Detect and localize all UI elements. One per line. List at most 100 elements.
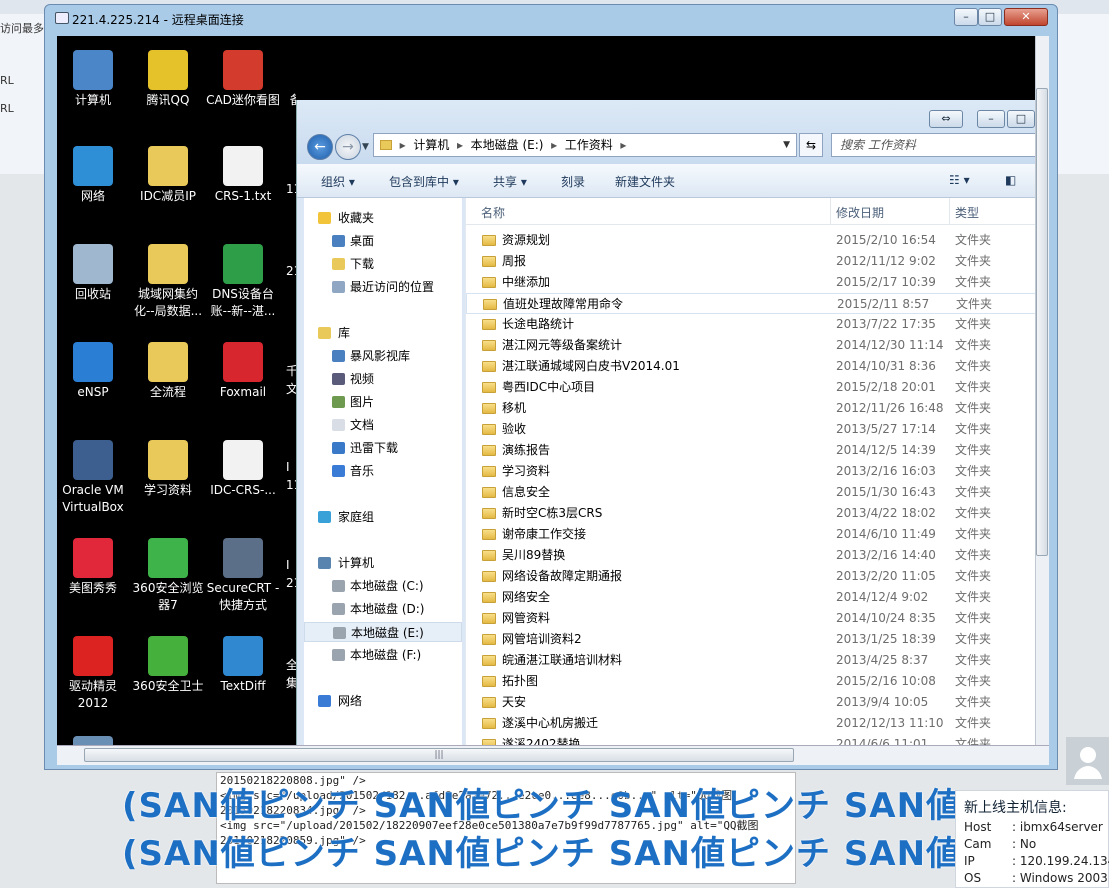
nav-item[interactable]: 库 [304, 323, 462, 343]
restore-button[interactable]: □ [978, 8, 1002, 26]
breadcrumb-work-docs[interactable]: 工作资料 [565, 138, 613, 152]
explorer-maximize-button[interactable]: □ [1007, 110, 1035, 128]
host-sidebar-label[interactable]: 访问最多 [0, 20, 44, 36]
column-date[interactable]: 修改日期 [836, 204, 884, 221]
nav-item[interactable]: 网络 [304, 691, 462, 711]
file-row[interactable]: 网络设备故障定期通报 2013/2/20 11:05 文件夹 [466, 566, 1037, 587]
column-type[interactable]: 类型 [955, 204, 979, 221]
nav-item[interactable]: 文档 [304, 415, 462, 435]
file-row[interactable]: 天安 2013/9/4 10:05 文件夹 [466, 692, 1037, 713]
burn-button[interactable]: 刻录 [561, 173, 585, 190]
file-row[interactable]: 资源规划 2015/2/10 16:54 文件夹 [466, 230, 1037, 251]
resize-button[interactable]: ⇔ [929, 110, 963, 128]
forward-button[interactable]: → [335, 134, 361, 160]
address-bar[interactable]: ▸ 计算机 ▸ 本地磁盘 (E:) ▸ 工作资料 ▸ ▼ [373, 133, 797, 157]
nav-item[interactable]: 最近访问的位置 [304, 277, 462, 297]
desktop-icon-item[interactable]: TextDiff [205, 636, 281, 695]
desktop-icon-item[interactable]: 城域网集约化--局数据... [130, 244, 206, 320]
desktop-icon-item[interactable]: 驱动精灵2012 [55, 636, 131, 712]
desktop-icon-item[interactable]: eNSP [55, 342, 131, 401]
desktop-icon-item[interactable]: 计算机 [55, 50, 131, 109]
new-folder-button[interactable]: 新建文件夹 [615, 173, 675, 190]
desktop-icon-item[interactable]: 学习资料 [130, 440, 206, 499]
file-row[interactable]: 皖通湛江联通培训材料 2013/4/25 8:37 文件夹 [466, 650, 1037, 671]
nav-item[interactable]: 本地磁盘 (D:) [304, 599, 462, 619]
desktop-icon-item[interactable]: CRS-1.txt [205, 146, 281, 205]
breadcrumb-computer[interactable]: 计算机 [413, 138, 449, 152]
desktop-icon-item[interactable]: 美图秀秀 [55, 538, 131, 597]
desktop-icon-item[interactable]: 全流程 [130, 342, 206, 401]
address-dropdown-icon[interactable]: ▼ [783, 134, 790, 156]
refresh-button[interactable]: ⇆ [799, 133, 823, 157]
file-row[interactable]: 网络安全 2014/12/4 9:02 文件夹 [466, 587, 1037, 608]
desktop-icon-label: SecureCRT - 快捷方式 [206, 581, 280, 612]
file-row[interactable]: 值班处理故障常用命令 2015/2/11 8:57 文件夹 [466, 293, 1037, 314]
nav-item[interactable]: 迅雷下载 [304, 438, 462, 458]
desktop-icon-item[interactable]: SecureCRT - 快捷方式 [205, 538, 281, 614]
nav-item[interactable]: 本地磁盘 (F:) [304, 645, 462, 665]
nav-item[interactable]: 下载 [304, 254, 462, 274]
file-type: 文件夹 [955, 422, 992, 436]
file-row[interactable]: 长途电路统计 2013/7/22 17:35 文件夹 [466, 314, 1037, 335]
vertical-scroll-thumb[interactable] [1036, 88, 1048, 556]
breadcrumb-drive-e[interactable]: 本地磁盘 (E:) [471, 138, 544, 152]
file-row[interactable]: 遂溪中心机房搬迁 2012/12/13 11:10 文件夹 [466, 713, 1037, 734]
search-input[interactable]: 搜索 工作资料 [831, 133, 1037, 157]
nav-item[interactable]: 暴风影视库 [304, 346, 462, 366]
file-row[interactable]: 信息安全 2015/1/30 16:43 文件夹 [466, 482, 1037, 503]
file-row[interactable]: 网管培训资料2 2013/1/25 18:39 文件夹 [466, 629, 1037, 650]
info-key: OS [964, 871, 982, 885]
desktop-icon-item[interactable]: 网络 [55, 146, 131, 205]
desktop-icon-item[interactable]: DNS设备台账--新--湛... [205, 244, 281, 320]
file-row[interactable]: 新时空C栋3层CRS 2013/4/22 18:02 文件夹 [466, 503, 1037, 524]
explorer-minimize-button[interactable]: – [977, 110, 1005, 128]
desktop-icon-item[interactable]: Foxmail [205, 342, 281, 401]
file-row[interactable]: 移机 2012/11/26 16:48 文件夹 [466, 398, 1037, 419]
nav-item[interactable]: 图片 [304, 392, 462, 412]
preview-pane-icon[interactable]: ◧ [1005, 173, 1016, 187]
nav-item[interactable]: 音乐 [304, 461, 462, 481]
file-row[interactable]: 湛江联通城域网白皮书V2014.01 2014/10/31 8:36 文件夹 [466, 356, 1037, 377]
user-avatar[interactable] [1066, 737, 1109, 785]
file-row[interactable]: 周报 2012/11/12 9:02 文件夹 [466, 251, 1037, 272]
view-options-icon[interactable]: ☷ ▾ [949, 173, 970, 187]
desktop-icon-item[interactable]: IDC-CRS-... [205, 440, 281, 499]
desktop-icon-item[interactable]: 360安全浏览器7 [130, 538, 206, 614]
desktop-icon-item[interactable]: 360安全卫士 [130, 636, 206, 695]
desktop-icon-item[interactable]: IDC减员IP [130, 146, 206, 205]
desktop-icon-item[interactable]: 腾讯QQ [130, 50, 206, 109]
organize-button[interactable]: 组织 ▾ [321, 173, 355, 190]
horizontal-scroll-thumb[interactable]: ||| [84, 748, 794, 762]
file-row[interactable]: 遂溪2402替换 2014/6/6 11:01 文件夹 [466, 734, 1037, 745]
nav-item[interactable]: 收藏夹 [304, 208, 462, 228]
desktop-icon-item[interactable] [55, 736, 131, 745]
nav-item[interactable]: 家庭组 [304, 507, 462, 527]
desktop-icon-item[interactable]: Oracle VM VirtualBox [55, 440, 131, 516]
column-name[interactable]: 名称 [481, 204, 505, 221]
file-row[interactable]: 拓扑图 2015/2/16 10:08 文件夹 [466, 671, 1037, 692]
nav-item[interactable]: 本地磁盘 (C:) [304, 576, 462, 596]
close-button[interactable]: ✕ [1004, 8, 1048, 26]
file-type: 文件夹 [955, 338, 992, 352]
desktop-icon-item[interactable]: CAD迷你看图 [205, 50, 281, 109]
nav-item[interactable]: 本地磁盘 (E:) [304, 622, 462, 642]
file-row[interactable]: 吴川89替换 2013/2/16 14:40 文件夹 [466, 545, 1037, 566]
nav-item[interactable]: 视频 [304, 369, 462, 389]
share-button[interactable]: 共享 ▾ [493, 173, 527, 190]
file-row[interactable]: 粤西IDC中心项目 2015/2/18 20:01 文件夹 [466, 377, 1037, 398]
recent-pages-chevron-icon[interactable]: ▼ [362, 142, 369, 152]
nav-item-label: 本地磁盘 (D:) [350, 602, 425, 616]
file-row[interactable]: 演练报告 2014/12/5 14:39 文件夹 [466, 440, 1037, 461]
minimize-button[interactable]: – [954, 8, 978, 26]
desktop-icon-item[interactable]: 回收站 [55, 244, 131, 303]
file-row[interactable]: 谢帝康工作交接 2014/6/10 11:49 文件夹 [466, 524, 1037, 545]
nav-item[interactable]: 计算机 [304, 553, 462, 573]
file-row[interactable]: 中继添加 2015/2/17 10:39 文件夹 [466, 272, 1037, 293]
file-row[interactable]: 验收 2013/5/27 17:14 文件夹 [466, 419, 1037, 440]
file-row[interactable]: 网管资料 2014/10/24 8:35 文件夹 [466, 608, 1037, 629]
file-row[interactable]: 学习资料 2013/2/16 16:03 文件夹 [466, 461, 1037, 482]
include-in-library-button[interactable]: 包含到库中 ▾ [389, 173, 459, 190]
back-button[interactable]: ← [307, 134, 333, 160]
file-row[interactable]: 湛江网元等级备案统计 2014/12/30 11:14 文件夹 [466, 335, 1037, 356]
nav-item[interactable]: 桌面 [304, 231, 462, 251]
